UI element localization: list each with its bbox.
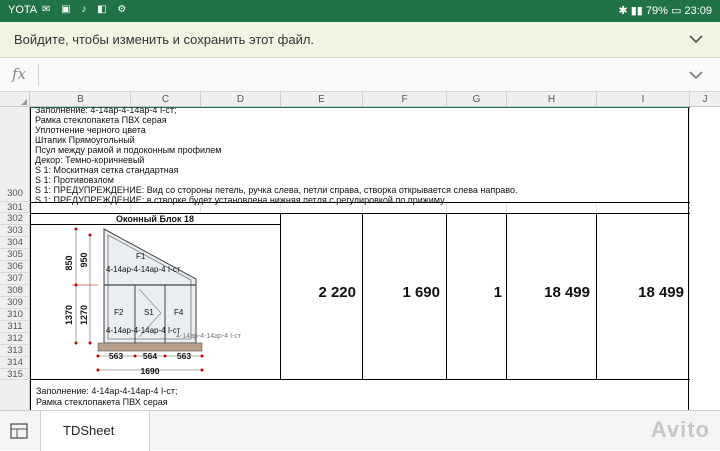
chevron-down-icon[interactable] <box>686 29 706 49</box>
value-g[interactable]: 1 <box>448 284 502 301</box>
row-header[interactable]: 313 <box>0 345 30 357</box>
pane-label-s1: S1 <box>144 308 154 317</box>
dim-bottom-3: 563 <box>177 351 191 361</box>
column-header-c[interactable]: C <box>131 92 201 107</box>
row-header[interactable]: 305 <box>0 249 30 261</box>
gridline <box>446 202 447 213</box>
block-border-e <box>362 213 363 379</box>
block-border-left <box>30 107 31 380</box>
block-border-right <box>688 380 689 410</box>
block-border-g <box>506 213 507 379</box>
select-all-corner[interactable] <box>0 92 30 107</box>
column-header-g[interactable]: G <box>447 92 507 107</box>
status-right: ✱ ▮▮ 79% ▭ 23:09 <box>618 4 712 17</box>
value-f[interactable]: 1 690 <box>364 284 440 301</box>
dim-bottom-2: 564 <box>143 351 157 361</box>
next-line: Заполнение: 4-14ар-4-14ар-4 I-ст; <box>36 386 178 396</box>
battery-icon: ▭ <box>671 5 682 17</box>
row-header[interactable]: 310 <box>0 309 30 321</box>
dim-left-1270: 1270 <box>79 305 89 325</box>
formula-divider <box>38 64 39 86</box>
row-headers: 300 301 302 303 304 305 306 307 308 309 … <box>0 107 30 380</box>
notification-icons: ✉ ▣ ♪ ◧ ⚙ <box>42 4 131 15</box>
dim-bottom-1: 563 <box>109 351 123 361</box>
formula-bar: fx <box>0 58 720 92</box>
window-drawing: 850 950 1370 1270 F1 4-14ар-4-14ар-4 I-с… <box>64 227 242 376</box>
glass-top: 4-14ар-4-14ар-4 I-ст <box>106 265 181 274</box>
column-header-f[interactable]: F <box>363 92 447 107</box>
column-headers: B C D E F G H I J <box>0 92 720 107</box>
lower-grid[interactable]: Заполнение: 4-14ар-4-14ар-4 I-ст; Рамка … <box>0 380 720 410</box>
fx-icon: fx <box>12 65 27 83</box>
sheet-tab-bar: TDSheet Avito <box>0 410 720 451</box>
gridline <box>689 107 690 380</box>
row-header[interactable]: 312 <box>0 333 30 345</box>
row-header[interactable]: 300 <box>0 107 30 202</box>
battery-label: 79% <box>645 5 668 17</box>
spec-line: S 1: ПРЕДУПРЕЖДЕНИЕ: в створке будет уст… <box>35 195 445 205</box>
dim-left-1370: 1370 <box>64 305 74 325</box>
bluetooth-icon: ✱ <box>618 5 628 17</box>
carrier-label: YOTA <box>8 4 38 16</box>
block-border-d <box>280 213 281 379</box>
sheet-tab-tdsheet[interactable]: TDSheet <box>40 411 150 451</box>
column-header-i[interactable]: I <box>597 92 690 107</box>
formula-input[interactable] <box>44 64 664 86</box>
row-header[interactable]: 306 <box>0 261 30 273</box>
pane-label-f2: F2 <box>114 308 124 317</box>
column-header-d[interactable]: D <box>201 92 281 107</box>
row-header[interactable]: 303 <box>0 225 30 237</box>
row-header[interactable]: 301 <box>0 202 30 213</box>
dim-left-850: 850 <box>64 255 74 270</box>
glass-bottom: 4-14ар-4-14ар-4 I-ст <box>106 326 181 335</box>
signal-icon: ▮▮ <box>630 5 643 17</box>
dim-left-950: 950 <box>79 252 89 267</box>
block-border-right <box>688 107 689 380</box>
pane-label-f1: F1 <box>136 252 146 261</box>
sign-in-banner[interactable]: Войдите, чтобы изменить и сохранить этот… <box>0 22 720 58</box>
row-header[interactable]: 315 <box>0 369 30 380</box>
expand-formula-icon[interactable] <box>686 65 706 85</box>
next-line: Рамка стеклопакета ПВХ серая <box>36 397 168 407</box>
value-e[interactable]: 2 220 <box>282 284 356 301</box>
sheet-tab-label: TDSheet <box>63 423 115 438</box>
block-title: Оконный Блок 18 <box>115 214 195 224</box>
block-border-f <box>446 213 447 379</box>
gridline <box>506 202 507 213</box>
column-header-e[interactable]: E <box>281 92 363 107</box>
sheets-icon[interactable] <box>8 420 30 442</box>
value-h[interactable]: 18 499 <box>508 284 590 301</box>
dim-total-width: 1690 <box>141 366 160 376</box>
row-header[interactable]: 304 <box>0 237 30 249</box>
status-bar: YOTA ✉ ▣ ♪ ◧ ⚙ ✱ ▮▮ 79% ▭ 23:09 <box>0 0 720 22</box>
gridline <box>596 202 597 213</box>
column-header-b[interactable]: B <box>31 92 131 107</box>
row-header-blank <box>0 380 30 410</box>
glass-bottom-shadow: 4-14ар-4-14ар-4 I-ст <box>176 333 242 340</box>
row-header[interactable]: 311 <box>0 321 30 333</box>
row-header[interactable]: 309 <box>0 297 30 309</box>
banner-message: Войдите, чтобы изменить и сохранить этот… <box>14 32 315 47</box>
row-header[interactable]: 307 <box>0 273 30 285</box>
row-header[interactable]: 314 <box>0 357 30 369</box>
watermark-logo: Avito <box>650 417 710 442</box>
block-border-left <box>30 380 31 410</box>
column-header-j[interactable]: J <box>690 92 720 107</box>
row-header[interactable]: 308 <box>0 285 30 297</box>
pane-label-f4: F4 <box>174 308 184 317</box>
value-i[interactable]: 18 499 <box>598 284 684 301</box>
clock-label: 23:09 <box>684 5 712 17</box>
block-border-h <box>596 213 597 379</box>
row-header[interactable]: 302 <box>0 213 30 225</box>
cell-grid[interactable]: Заполнение: 4-14ар-4-14ар-4 I-ст; Рамка … <box>30 107 720 380</box>
column-header-h[interactable]: H <box>507 92 597 107</box>
